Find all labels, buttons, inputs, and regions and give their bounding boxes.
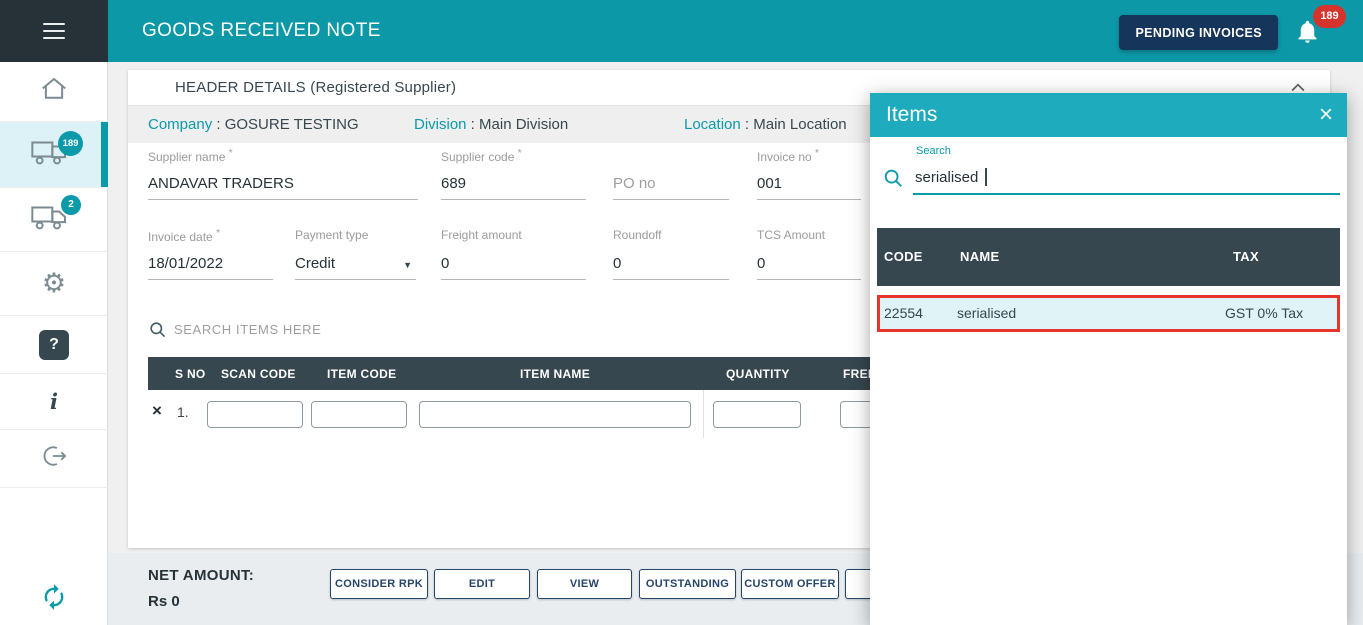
help-icon: ? [39, 330, 69, 360]
sidebar-item-home[interactable] [0, 62, 108, 122]
col-tax: TAX [1233, 249, 1259, 264]
col-item-code: ITEM CODE [327, 367, 396, 381]
net-amount-label: NET AMOUNT: [148, 567, 254, 584]
outstanding-button[interactable]: OUTSTANDING [639, 569, 736, 599]
row-serial-no: 1. [177, 404, 189, 420]
freight-amount-field[interactable]: Freight amount 0 [441, 226, 586, 280]
sidebar-item-settings[interactable]: ⚙ [0, 252, 108, 316]
item-name: serialised [957, 298, 1016, 329]
items-panel: Items × Search serialised CODE NAME TAX … [870, 93, 1347, 625]
quantity-input[interactable] [713, 401, 801, 428]
roundoff-field[interactable]: Roundoff 0 [613, 226, 729, 280]
item-result-row[interactable]: 22554 serialised GST 0% Tax [877, 295, 1340, 332]
item-tax: GST 0% Tax [1225, 298, 1303, 329]
supplier-code-field[interactable]: Supplier code * 689 [441, 146, 586, 200]
sidebar-item-help[interactable]: ? [0, 316, 108, 374]
home-icon [39, 74, 69, 109]
text-caret [985, 168, 987, 186]
gear-icon: ⚙ [42, 270, 66, 297]
division-info: Division : Main Division [414, 106, 568, 143]
results-table-header: CODE NAME TAX [877, 228, 1340, 286]
item-name-input[interactable] [419, 401, 691, 428]
sidebar-item-logout[interactable] [0, 430, 108, 488]
grn-count-badge: 189 [58, 131, 83, 156]
hamburger-menu-button[interactable] [0, 0, 108, 62]
close-icon[interactable]: × [1319, 93, 1333, 137]
column-divider [703, 390, 704, 438]
item-code: 22554 [884, 298, 923, 329]
info-icon: i [50, 389, 58, 414]
logout-icon [40, 442, 68, 475]
search-icon [148, 320, 167, 339]
sidebar: 189 2 ⚙ ? i [0, 0, 108, 625]
items-panel-header: Items × [870, 93, 1347, 137]
section-title: HEADER DETAILS (Registered Supplier) [175, 79, 456, 96]
orders-count-badge: 2 [61, 195, 81, 215]
items-search-input[interactable] [174, 316, 634, 342]
col-scan-code: SCAN CODE [221, 367, 296, 381]
item-code-input[interactable] [311, 401, 407, 428]
location-info: Location : Main Location [684, 106, 847, 143]
search-icon [882, 167, 904, 189]
clear-row-icon[interactable]: × [152, 401, 162, 421]
panel-search-input[interactable]: serialised [913, 155, 1340, 195]
scan-code-input[interactable] [207, 401, 303, 428]
topbar: GOODS RECEIVED NOTE PENDING INVOICES 189 [108, 0, 1363, 62]
view-button[interactable]: VIEW [537, 569, 632, 599]
pending-invoices-button[interactable]: PENDING INVOICES [1119, 15, 1278, 50]
page-title: GOODS RECEIVED NOTE [142, 0, 381, 62]
col-s-no: S NO [175, 367, 206, 381]
payment-type-select[interactable]: Payment type Credit ▼ [295, 226, 416, 280]
sidebar-item-goods-received[interactable]: 189 [0, 122, 108, 188]
po-no-field[interactable]: PO no [613, 146, 729, 200]
col-quantity: QUANTITY [726, 367, 790, 381]
items-panel-title: Items [886, 93, 937, 137]
sidebar-item-info[interactable]: i [0, 374, 108, 430]
col-item-name: ITEM NAME [520, 367, 590, 381]
dropdown-arrow-icon[interactable]: ▼ [403, 260, 412, 270]
custom-offer-button[interactable]: CUSTOM OFFER [741, 569, 839, 599]
notifications-count-badge: 189 [1313, 5, 1346, 28]
hamburger-icon [43, 18, 65, 44]
sync-refresh-icon[interactable] [0, 575, 108, 619]
consider-rpk-button[interactable]: CONSIDER RPK [330, 569, 428, 599]
invoice-no-field[interactable]: Invoice no * 001 [757, 146, 861, 200]
edit-button[interactable]: EDIT [434, 569, 530, 599]
active-indicator [101, 122, 108, 187]
sidebar-item-orders[interactable]: 2 [0, 188, 108, 252]
col-name: NAME [960, 249, 999, 264]
company-info: Company : GOSURE TESTING [148, 106, 359, 143]
tcs-amount-field[interactable]: TCS Amount 0 [757, 226, 861, 280]
col-code: CODE [884, 249, 923, 264]
net-amount-value: Rs 0 [148, 593, 180, 610]
supplier-name-field[interactable]: Supplier name * ANDAVAR TRADERS [148, 146, 418, 200]
panel-search-value: serialised [915, 169, 978, 186]
invoice-date-field[interactable]: Invoice date * 18/01/2022 [148, 226, 273, 280]
